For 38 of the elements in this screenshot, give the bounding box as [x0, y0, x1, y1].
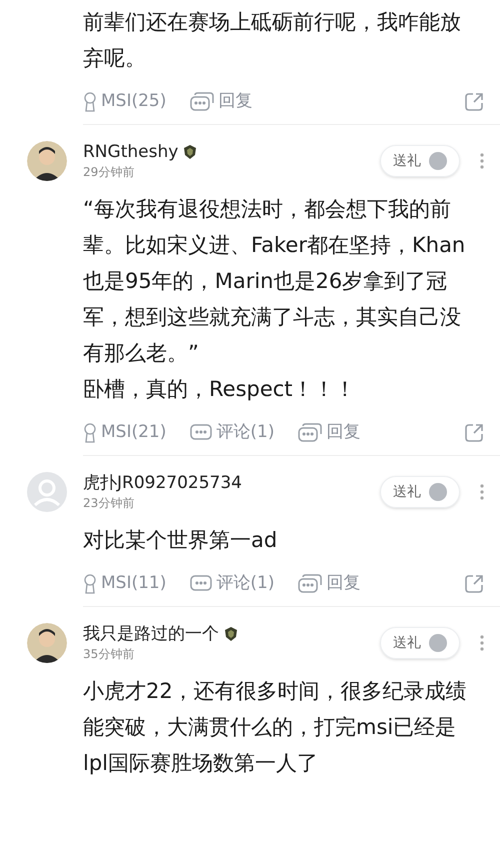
msi-count[interactable]: MSI(25) — [101, 89, 166, 115]
comment-icon — [190, 423, 212, 443]
reply-icon — [298, 423, 322, 443]
comment-text: 对比某个世界第一ad — [83, 527, 278, 554]
medal-icon — [83, 423, 97, 443]
gift-button[interactable]: 送礼 — [380, 627, 460, 659]
comment-count[interactable]: 评论(1) — [216, 420, 274, 446]
medal-icon — [83, 574, 97, 594]
share-icon[interactable] — [464, 92, 484, 112]
medal-icon — [83, 92, 97, 112]
comment-icon — [190, 574, 212, 594]
msi-count[interactable]: MSI(21) — [101, 420, 166, 446]
comment-count[interactable]: 评论(1) — [216, 571, 274, 597]
more-icon[interactable] — [480, 484, 484, 500]
reply-icon — [190, 92, 214, 112]
share-icon[interactable] — [464, 574, 484, 594]
reply-link[interactable]: 回复 — [326, 420, 360, 446]
share-icon[interactable] — [464, 423, 484, 443]
reply-icon — [298, 574, 322, 594]
timestamp: 23分钟前 — [83, 495, 136, 512]
h-coin-icon — [429, 483, 447, 501]
msi-count[interactable]: MSI(11) — [101, 571, 166, 597]
gift-button[interactable]: 送礼 — [380, 476, 460, 508]
gift-button[interactable]: 送礼 — [380, 145, 460, 177]
comment-text: “每次我有退役想法时，都会想下我的前辈。比如宋义进、Faker都在坚持，Khan也是95年的，Marin也是26岁拿到了冠军，想到这些就充满了斗志，其实自己没有那么老。” 卧槽，真的，Respect！！！ — [83, 196, 466, 403]
h-coin-icon — [429, 152, 447, 170]
reply-link[interactable]: 回复 — [218, 89, 252, 115]
more-icon[interactable] — [480, 153, 484, 169]
username[interactable]: RNGtheshy — [83, 141, 178, 163]
h-coin-icon — [429, 634, 447, 652]
timestamp: 35分钟前 — [83, 646, 136, 663]
username[interactable]: 我只是路过的一个 — [83, 623, 219, 645]
comment-text: 前辈们还在赛场上砥砺前行呢，我咋能放弃呢。 — [83, 9, 462, 72]
username[interactable]: 虎扑JR0927025734 — [83, 472, 242, 494]
timestamp: 29分钟前 — [83, 164, 136, 181]
more-icon[interactable] — [480, 635, 484, 651]
reply-link[interactable]: 回复 — [326, 571, 360, 597]
comment-text: 小虎才22，还有很多时间，很多纪录成绩能突破，大满贯什么的，打完msi已经是lpl国际赛胜场数第一人了 — [83, 678, 468, 777]
